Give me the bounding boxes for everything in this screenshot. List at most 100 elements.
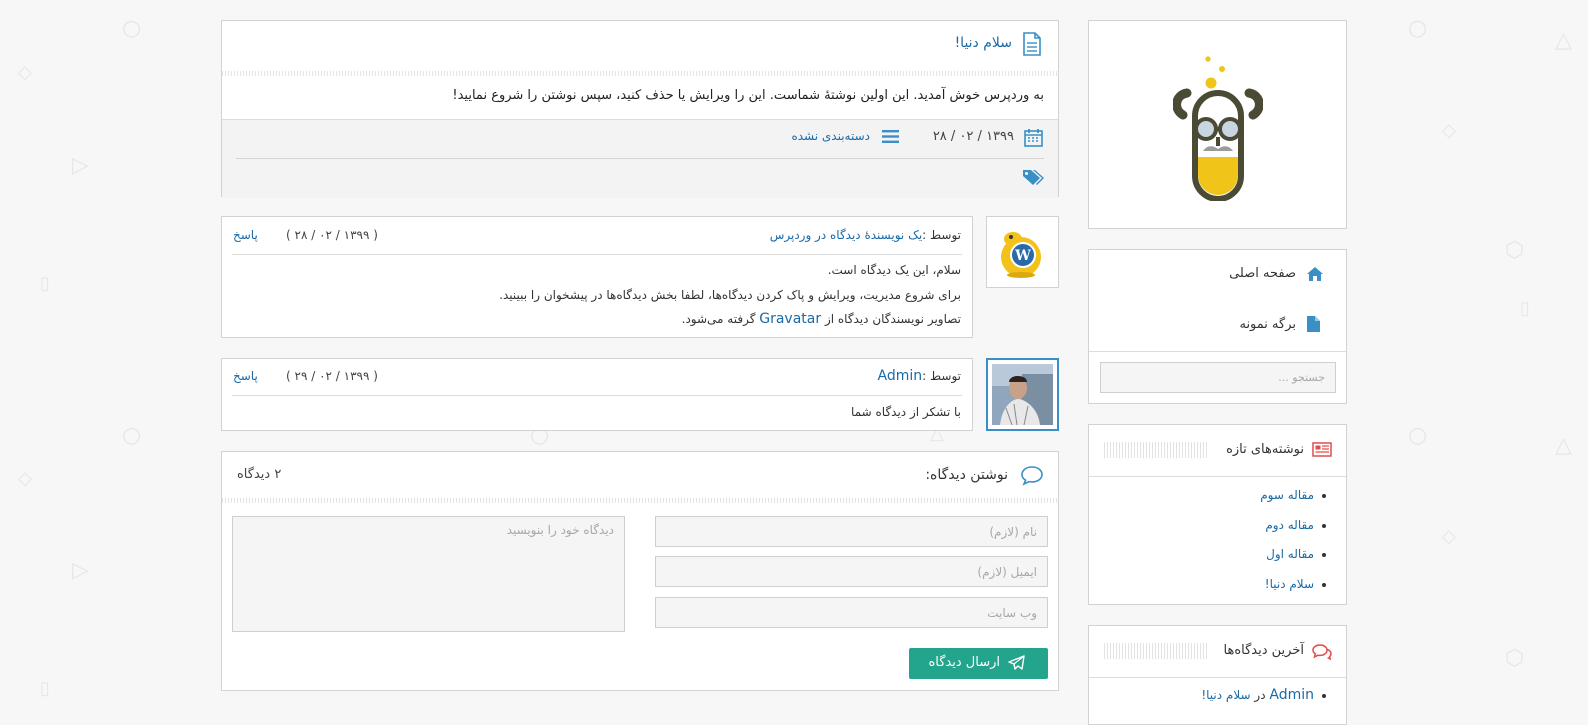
comment-text-line: سلام، این یک دیدگاه است. xyxy=(827,263,961,277)
website-field[interactable] xyxy=(655,597,1048,628)
list-item: مقاله اول xyxy=(1266,547,1326,561)
site-logo-card xyxy=(1088,20,1347,229)
bg-circle-icon: ○ xyxy=(122,423,142,448)
post-title[interactable]: سلام دنیا! xyxy=(955,35,1012,51)
post-body: به وردپرس خوش آمدید. این اولین نوشتهٔ شم… xyxy=(452,88,1044,103)
recent-post-link[interactable]: مقاله دوم xyxy=(1265,518,1314,532)
divider xyxy=(1089,677,1346,678)
speech-bubble-icon xyxy=(1020,465,1044,487)
gravatar-link[interactable]: Gravatar xyxy=(759,311,821,327)
list-item: سلام دنیا! xyxy=(1265,577,1326,591)
post-category-link[interactable]: دسته‌بندی نشده xyxy=(791,129,870,143)
bg-triangle-icon: ▷ xyxy=(72,558,89,583)
comment-by-label: توسط : xyxy=(922,228,961,242)
comment-date: ( ۱۳۹۹ / ۰۲ / ۲۸ ) xyxy=(286,228,378,242)
tags-icon xyxy=(1022,168,1044,186)
comments-count: ۲ دیدگاه xyxy=(237,467,282,482)
comment-text-line: برای شروع مدیریت، ویرایش و پاک کردن دیدگ… xyxy=(499,288,961,302)
comment-meta: توسط :یک نویسندهٔ دیدگاه در وردپرس xyxy=(770,228,961,242)
comment-by-label: توسط : xyxy=(922,369,961,383)
home-icon xyxy=(1307,267,1323,281)
divider xyxy=(1089,476,1346,477)
bg-triangle-icon: ▷ xyxy=(72,153,89,178)
bg-circle-icon: ○ xyxy=(122,16,142,41)
comment-author-link[interactable]: یک نویسندهٔ دیدگاه در وردپرس xyxy=(770,228,922,242)
calendar-icon xyxy=(1024,128,1044,148)
comment-avatar-frame: W xyxy=(986,216,1059,288)
site-logo[interactable] xyxy=(1172,49,1264,202)
comment-author-link[interactable]: Admin xyxy=(878,368,923,384)
comment-meta: توسط :Admin xyxy=(878,368,961,384)
in-label: در xyxy=(1254,688,1266,702)
sidebar-item-sample-page[interactable]: برگه نمونه xyxy=(1089,300,1346,350)
post-card: سلام دنیا! به وردپرس خوش آمدید. این اولی… xyxy=(221,20,1059,198)
comment-form: نوشتن دیدگاه: ۲ دیدگاه ارسال دیدگاه xyxy=(221,451,1059,691)
bg-bar-icon: ▯ xyxy=(40,273,50,294)
category-list-icon xyxy=(882,129,900,145)
bg-bar-icon: ▯ xyxy=(40,678,50,699)
comment-card: توسط :یک نویسندهٔ دیدگاه در وردپرس ( ۱۳۹… xyxy=(221,216,973,338)
widget-title: آخرین دیدگاه‌ها xyxy=(1223,643,1304,658)
page-icon xyxy=(1307,316,1321,333)
bg-circle-icon: ○ xyxy=(1408,16,1428,41)
sidebar-item-home[interactable]: صفحه اصلی xyxy=(1089,250,1346,300)
recent-post-link[interactable]: مقاله اول xyxy=(1266,547,1314,561)
comment-textarea[interactable] xyxy=(232,516,625,632)
post-meta: ۱۳۹۹ / ۰۲ / ۲۸ دسته‌بندی نشده xyxy=(222,119,1058,198)
email-field[interactable] xyxy=(655,556,1048,587)
document-icon xyxy=(1022,32,1044,56)
comments-icon xyxy=(1312,643,1332,661)
divider xyxy=(232,254,962,255)
search-input[interactable] xyxy=(1100,362,1336,393)
recent-posts-widget: نوشته‌های تازه مقاله سوم مقاله دوم مقاله… xyxy=(1088,424,1347,605)
bg-diamond-icon: ◇ xyxy=(1442,526,1456,547)
widget-title-pattern xyxy=(1104,442,1207,458)
post-date: ۱۳۹۹ / ۰۲ / ۲۸ xyxy=(932,129,1014,144)
bg-diamond-icon: ◇ xyxy=(18,62,32,83)
bg-triangle-icon: △ xyxy=(1555,28,1572,53)
list-item: Admin در سلام دنیا! xyxy=(1201,687,1326,703)
bg-circle-icon: ○ xyxy=(1408,423,1428,448)
divider xyxy=(1089,351,1346,352)
avatar: W xyxy=(997,227,1049,279)
bg-diamond-icon: ◇ xyxy=(18,468,32,489)
bg-triangle-icon: △ xyxy=(1555,433,1572,458)
divider xyxy=(236,158,1044,159)
recent-comments-widget: آخرین دیدگاه‌ها Admin در سلام دنیا! xyxy=(1088,625,1347,725)
sidebar-menu-card: صفحه اصلی برگه نمونه xyxy=(1088,249,1347,404)
commented-post-link[interactable]: سلام دنیا! xyxy=(1201,688,1250,702)
bg-bar-icon: ▯ xyxy=(1520,298,1530,319)
divider xyxy=(222,498,1058,503)
reply-link[interactable]: پاسخ xyxy=(233,369,258,383)
comment-author-link[interactable]: Admin xyxy=(1269,687,1314,703)
svg-text:W: W xyxy=(1014,248,1031,264)
comment-text: تصاویر نویسندگان دیدگاه از xyxy=(824,312,961,326)
name-field[interactable] xyxy=(655,516,1048,547)
divider xyxy=(222,71,1058,76)
comment-text-line: با تشکر از دیدگاه شما xyxy=(851,405,961,419)
widget-title: نوشته‌های تازه xyxy=(1226,442,1304,457)
recent-post-link[interactable]: سلام دنیا! xyxy=(1265,577,1314,591)
send-icon xyxy=(1008,655,1026,671)
sidebar-item-label: برگه نمونه xyxy=(1239,317,1296,332)
divider xyxy=(232,395,962,396)
list-item: مقاله دوم xyxy=(1265,518,1326,532)
reply-link[interactable]: پاسخ xyxy=(233,228,258,242)
bg-hexagon-icon: ⬡ xyxy=(1505,238,1525,263)
comment-date: ( ۱۳۹۹ / ۰۲ / ۲۹ ) xyxy=(286,369,378,383)
newspaper-icon xyxy=(1312,442,1332,457)
widget-title-pattern xyxy=(1104,643,1207,659)
comment-text: گرفته می‌شود. xyxy=(681,312,756,326)
recent-post-link[interactable]: مقاله سوم xyxy=(1260,488,1314,502)
avatar xyxy=(992,364,1053,425)
list-item: مقاله سوم xyxy=(1260,488,1326,502)
comment-form-title: نوشتن دیدگاه: xyxy=(925,467,1008,483)
bg-diamond-icon: ◇ xyxy=(1442,120,1456,141)
bg-hexagon-icon: ⬡ xyxy=(1505,646,1525,671)
submit-comment-button[interactable]: ارسال دیدگاه xyxy=(909,648,1048,679)
comment-card: توسط :Admin ( ۱۳۹۹ / ۰۲ / ۲۹ ) پاسخ با ت… xyxy=(221,358,973,431)
submit-comment-label: ارسال دیدگاه xyxy=(928,655,1000,670)
sidebar-item-label: صفحه اصلی xyxy=(1229,266,1296,281)
comment-avatar-frame xyxy=(986,358,1059,431)
comment-text-line: تصاویر نویسندگان دیدگاه از Gravatar گرفت… xyxy=(682,311,961,327)
